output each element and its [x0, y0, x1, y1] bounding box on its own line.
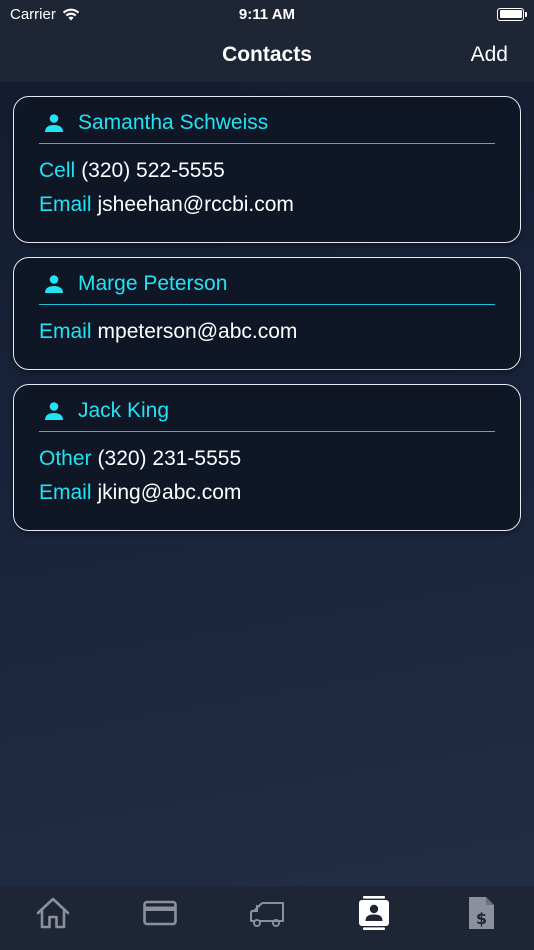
field-label: Cell [39, 159, 76, 182]
nav-bar: Contacts Add [0, 28, 534, 82]
contacts-list: Samantha Schweiss Cell (320) 522-5555 Ema… [13, 96, 521, 545]
contact-field-row: Other (320) 231-5555 [39, 442, 495, 476]
field-label: Email [39, 193, 92, 216]
contact-card[interactable]: Jack King Other (320) 231-5555 Email jking… [13, 384, 521, 531]
contact-field-row: Cell (320) 522-5555 [39, 154, 495, 188]
field-value-email[interactable]: jking@abc.com [98, 481, 242, 504]
person-icon [45, 402, 63, 420]
page-title: Contacts [222, 43, 312, 66]
person-icon [45, 275, 63, 293]
contact-card-header: Jack King [39, 399, 495, 432]
contact-field-row: Email jsheehan@rccbi.com [39, 188, 495, 222]
tab-invoices[interactable]: $ [451, 894, 511, 938]
contact-name: Jack King [78, 399, 170, 422]
status-bar: Carrier [0, 0, 534, 28]
person-icon [45, 114, 63, 132]
status-left: Carrier [10, 6, 80, 23]
tab-deliveries[interactable] [237, 894, 297, 938]
credit-card-icon [143, 900, 177, 926]
battery-icon [497, 7, 527, 21]
contact-card-icon [358, 896, 389, 930]
tab-bar: $ [0, 886, 534, 950]
field-value-email[interactable]: mpeterson@abc.com [98, 320, 298, 343]
contact-field-row: Email mpeterson@abc.com [39, 315, 495, 349]
tab-contacts[interactable] [344, 894, 404, 938]
add-button[interactable]: Add [471, 43, 508, 67]
home-icon [37, 897, 70, 929]
svg-text:$: $ [476, 909, 487, 928]
contact-name: Samantha Schweiss [78, 111, 269, 134]
field-label: Other [39, 447, 92, 470]
wifi-icon [62, 8, 80, 20]
tab-home[interactable] [23, 894, 83, 938]
carrier-label: Carrier [10, 5, 56, 23]
contact-card[interactable]: Marge Peterson Email mpeterson@abc.com [13, 257, 521, 370]
truck-icon [249, 902, 284, 927]
field-label: Email [39, 320, 92, 343]
field-value-phone[interactable]: (320) 231-5555 [98, 447, 242, 470]
contact-card-header: Marge Peterson [39, 272, 495, 305]
field-value-email[interactable]: jsheehan@rccbi.com [98, 193, 294, 216]
field-value-phone[interactable]: (320) 522-5555 [81, 159, 225, 182]
tab-payments[interactable] [130, 894, 190, 938]
invoice-icon: $ [468, 897, 494, 929]
contact-card-header: Samantha Schweiss [39, 111, 495, 144]
contact-field-row: Email jking@abc.com [39, 476, 495, 510]
contact-name: Marge Peterson [78, 272, 228, 295]
field-label: Email [39, 481, 92, 504]
contact-card[interactable]: Samantha Schweiss Cell (320) 522-5555 Ema… [13, 96, 521, 243]
